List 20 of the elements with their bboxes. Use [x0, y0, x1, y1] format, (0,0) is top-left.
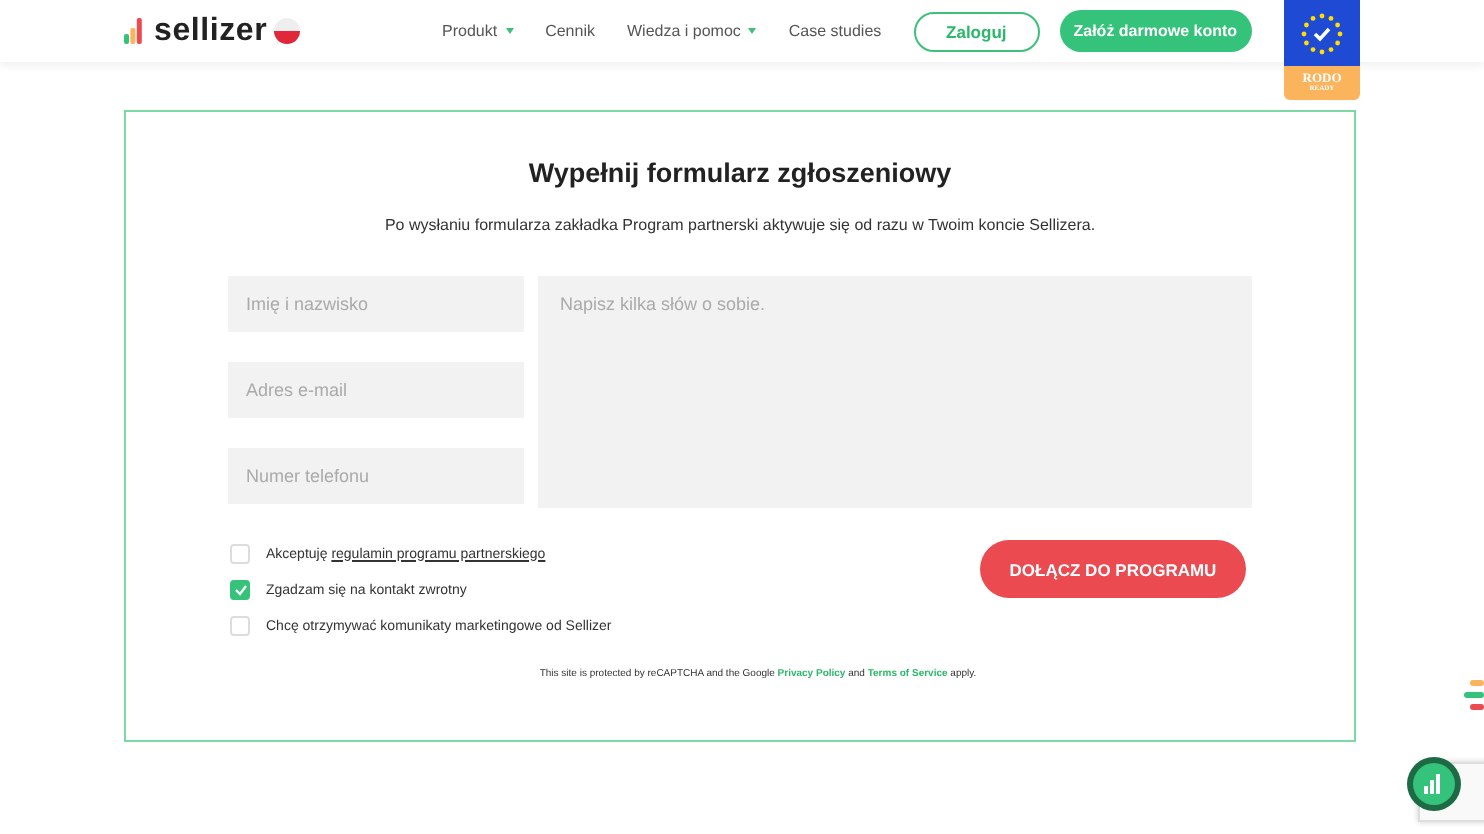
logo-icon: [124, 18, 148, 44]
flag-icon: [273, 18, 300, 44]
form-title: Wypełnij formularz zgłoszeniowy: [528, 158, 952, 188]
chat-icon[interactable]: [1406, 756, 1462, 812]
checkbox[interactable]: [230, 544, 250, 564]
message-field[interactable]: Napisz kilka słów o sobie.: [538, 276, 1252, 508]
form-subtitle: Po wysłaniu formularza zakładka Program partnerski aktywuje się od razu w Twoim koncie Sellizera.: [384, 216, 1096, 234]
nav-link[interactable]: Cennik: [545, 22, 595, 40]
logo-text[interactable]: sellizer: [154, 13, 268, 49]
input-field[interactable]: Adres e-mail: [228, 362, 524, 418]
input-field[interactable]: Numer telefonu: [228, 448, 524, 504]
nav-link[interactable]: Case studies: [788, 22, 882, 40]
nav-link[interactable]: Produkt: [442, 22, 514, 40]
checkbox[interactable]: [230, 616, 250, 636]
star-circle-icon: [1298, 9, 1346, 57]
nav-link[interactable]: Wiedza i pomoc: [626, 22, 757, 40]
side-menu-icon[interactable]: [1464, 680, 1484, 712]
checkbox[interactable]: [230, 580, 250, 600]
input-field[interactable]: Imię i nazwisko: [228, 276, 524, 332]
join-button[interactable]: DOŁĄCZ DO PROGRAMU: [980, 540, 1246, 598]
